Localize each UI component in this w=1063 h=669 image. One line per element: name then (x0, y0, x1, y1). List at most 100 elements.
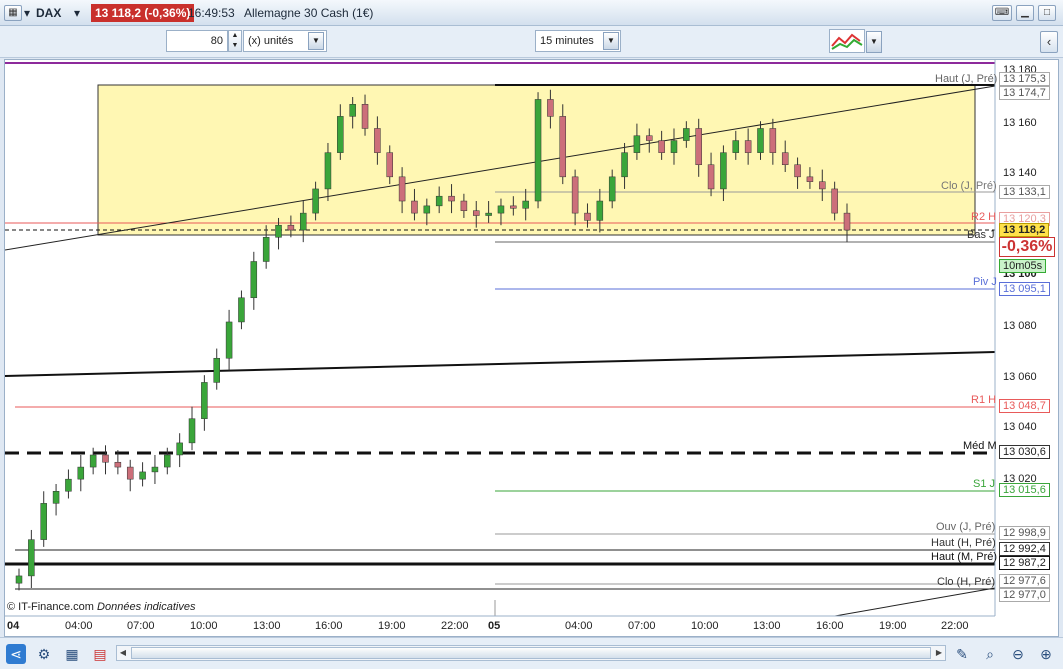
level-label: Clo (H, Pré) (937, 576, 996, 588)
level-price: 13 030,6 (999, 445, 1050, 459)
x-tick: 16:00 (816, 620, 844, 632)
candle-body (670, 140, 678, 153)
chevron-down-icon[interactable]: ▼ (866, 31, 882, 53)
keyboard-icon[interactable]: ⌨ (992, 5, 1012, 21)
level-label: Piv J (973, 276, 997, 288)
scroll-left-icon[interactable]: ◀ (117, 647, 129, 659)
y-tick: 13 040 (1003, 421, 1037, 433)
candle-body (102, 454, 109, 463)
candle-body (40, 503, 47, 540)
chart-settings-icon[interactable]: ⚙ (34, 644, 54, 664)
level-label: Méd M (963, 440, 997, 452)
level-price: 13 175,3 (999, 72, 1050, 86)
maximize-icon[interactable]: □ (1038, 5, 1056, 21)
x-tick: 16:00 (315, 620, 343, 632)
zoom-in-icon[interactable]: ⊕ (1036, 644, 1056, 664)
candle-body (497, 205, 505, 214)
level-label: Bas J (967, 229, 995, 241)
candle-body (126, 466, 134, 480)
candle-body (312, 188, 319, 214)
candle-body (28, 539, 35, 577)
candle-body (275, 224, 282, 238)
level-price: 12 987,2 (999, 556, 1050, 570)
candle-body (559, 116, 567, 178)
candle-body (176, 442, 183, 456)
level-price: 13 174,7 (999, 86, 1050, 100)
indicators-button[interactable] (829, 29, 865, 53)
expand-icon[interactable]: ‹ (1040, 31, 1058, 53)
candle-body (683, 128, 690, 141)
price-chart[interactable]: 13 180 13 160 13 140 13 100 13 080 13 06… (4, 59, 1059, 637)
candle-body (361, 104, 369, 129)
candle-body (695, 128, 702, 165)
candle-body (238, 297, 245, 323)
chevron-down-icon[interactable]: ▾ (74, 6, 80, 20)
candle-body (819, 181, 826, 190)
candle-body (423, 205, 431, 214)
candle-body (201, 382, 208, 419)
units-stepper[interactable]: ▲ ▼ (228, 30, 242, 52)
y-tick: 13 140 (1003, 167, 1037, 179)
grid-icon[interactable]: ▦ (4, 5, 22, 21)
x-tick: 19:00 (378, 620, 406, 632)
level-price: 13 015,6 (999, 483, 1050, 497)
candle-body (349, 104, 356, 117)
candle-body (831, 188, 838, 214)
units-input[interactable]: 80 (166, 30, 228, 52)
candle-body (621, 152, 628, 178)
level-label: Clo (J, Pré) (941, 180, 997, 192)
candle-body (15, 575, 23, 584)
candle-body (633, 135, 641, 153)
candle-body (164, 454, 171, 468)
level-label: S1 J (973, 478, 996, 490)
bottom-toolbar: ⋖ ⚙ ▦ ▤ ◀ ▶ ✎ ⌕ ⊖ ⊕ (0, 637, 1063, 669)
level-label: Haut (H, Pré) (931, 537, 996, 549)
scroll-thumb[interactable] (131, 647, 931, 659)
candle-body (151, 466, 159, 473)
x-tick: 19:00 (879, 620, 907, 632)
chevron-down-icon[interactable]: ▼ (308, 32, 324, 50)
level-label: Haut (J, Pré) (935, 73, 998, 85)
x-tick: 10:00 (190, 620, 218, 632)
candle-body (571, 176, 579, 214)
scroll-right-icon[interactable]: ▶ (933, 647, 945, 659)
clock-time: 16:49:53 (188, 6, 235, 20)
candle-body (188, 418, 196, 444)
level-price: 13 095,1 (999, 282, 1050, 296)
chart-canvas (5, 60, 1058, 636)
x-tick: 13:00 (253, 620, 281, 632)
level-price: 12 977,0 (999, 588, 1050, 602)
candle-body (89, 454, 97, 468)
candle-body (781, 152, 789, 165)
calculator-icon[interactable]: ▦ (62, 644, 82, 664)
drawing-tool-icon[interactable]: ✎ (952, 644, 972, 664)
horizontal-scrollbar[interactable]: ◀ ▶ (116, 645, 946, 661)
candle-body (806, 176, 814, 182)
share-icon[interactable]: ⋖ (6, 644, 26, 664)
order-list-icon[interactable]: ▤ (90, 644, 110, 664)
x-tick: 07:00 (127, 620, 155, 632)
minimize-icon[interactable]: ▁ (1016, 5, 1034, 21)
candle-body (584, 212, 591, 221)
instrument-title: Allemagne 30 Cash (1€) (244, 6, 374, 20)
candle-body (114, 461, 122, 468)
zoom-out-icon[interactable]: ⊖ (1008, 644, 1028, 664)
candle-body (52, 491, 60, 504)
candle-body (262, 237, 270, 262)
level-price: 12 992,4 (999, 542, 1050, 556)
candle-body (460, 200, 468, 211)
zoom-fit-icon[interactable]: ⌕ (980, 644, 1000, 664)
candle-body (250, 261, 258, 299)
candle-body (769, 128, 777, 153)
symbol-label: DAX (36, 6, 62, 20)
last-price-tag: 13 118,2 (999, 223, 1050, 237)
candle-body (608, 176, 616, 202)
y-tick: 13 060 (1003, 371, 1037, 383)
x-tick: 22:00 (441, 620, 469, 632)
candle-body (596, 200, 604, 221)
candle-body (720, 152, 727, 190)
title-bar: ▦ ▾ DAX ▾ 13 118,2 (-0,36%) 16:49:53 All… (0, 0, 1063, 26)
chevron-down-icon[interactable]: ▼ (603, 32, 619, 50)
level-label: R1 H (971, 394, 997, 406)
dropdown-chevron-icon[interactable]: ▾ (24, 6, 30, 20)
